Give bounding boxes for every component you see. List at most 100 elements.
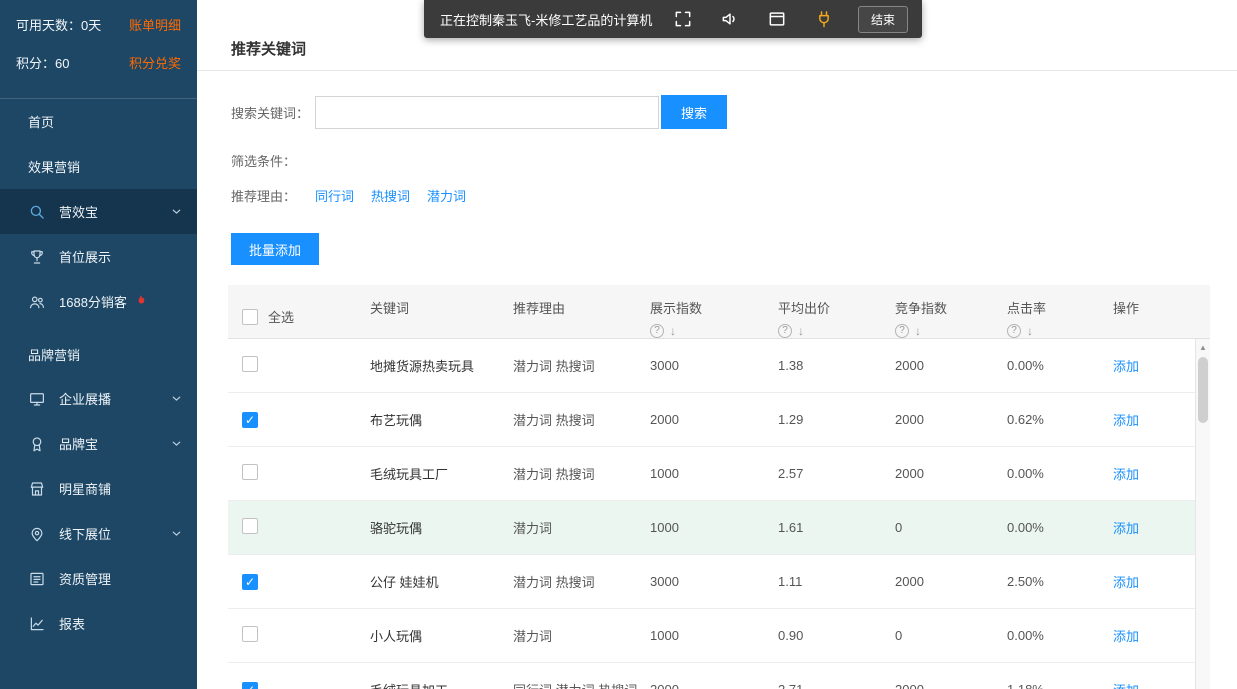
reason-cell: 同行词 潜力词 热搜词	[513, 680, 650, 689]
add-keyword-link[interactable]: 添加	[1113, 575, 1139, 590]
sort-desc-icon[interactable]: ↓	[670, 324, 676, 338]
help-icon[interactable]: ?	[895, 324, 909, 338]
help-icon[interactable]: ?	[1007, 324, 1021, 338]
main-content: 推荐关键词 搜索关键词： 搜索 筛选条件： 推荐理由： 同行词 热搜词 潜力词 …	[197, 0, 1237, 689]
add-keyword-link[interactable]: 添加	[1113, 467, 1139, 482]
search-button[interactable]: 搜索	[661, 95, 727, 129]
row-checkbox[interactable]	[242, 574, 258, 590]
column-header-label: 平均出价	[778, 298, 895, 317]
add-keyword-link[interactable]: 添加	[1113, 629, 1139, 644]
column-header-ctr: 点击率 ? ↓	[1007, 285, 1113, 338]
row-checkbox[interactable]	[242, 412, 258, 428]
reason-filter-peer-words[interactable]: 同行词	[315, 186, 354, 205]
sidebar-item-1688-distribution[interactable]: 1688分销客	[0, 279, 197, 324]
impression-cell: 1000	[650, 466, 778, 481]
sidebar-item-qualification[interactable]: 资质管理	[0, 556, 197, 601]
keyword-cell: 毛绒玩具工厂	[370, 464, 513, 483]
keyword-cell: 地摊货源热卖玩具	[370, 356, 513, 375]
add-keyword-link[interactable]: 添加	[1113, 359, 1139, 374]
ctr-cell: 0.00%	[1007, 520, 1113, 535]
impression-cell: 1000	[650, 628, 778, 643]
window-icon[interactable]	[767, 9, 787, 29]
keyword-cell: 毛绒玩具加工	[370, 680, 513, 689]
add-keyword-link[interactable]: 添加	[1113, 413, 1139, 428]
points-redeem-link[interactable]: 积分兑奖	[129, 53, 181, 72]
chevron-down-icon	[170, 392, 183, 405]
add-keyword-link[interactable]: 添加	[1113, 521, 1139, 536]
column-header-avg-price: 平均出价 ? ↓	[778, 285, 895, 338]
sidebar-item-effect-marketing[interactable]: 效果营销	[0, 144, 197, 189]
plug-icon[interactable]	[814, 9, 834, 29]
select-all-checkbox[interactable]	[242, 309, 258, 325]
impression-cell: 1000	[650, 520, 778, 535]
hot-flame-icon	[133, 294, 148, 309]
row-checkbox[interactable]	[242, 356, 258, 372]
help-icon[interactable]: ?	[650, 324, 664, 338]
avg-price-cell: 0.90	[778, 628, 895, 643]
scroll-up-button[interactable]: ▲	[1196, 339, 1210, 355]
keyword-cell: 小人玩偶	[370, 626, 513, 645]
batch-add-button[interactable]: 批量添加	[231, 233, 319, 265]
reason-cell: 潜力词 热搜词	[513, 410, 650, 429]
help-icon[interactable]: ?	[778, 324, 792, 338]
sort-desc-icon[interactable]: ↓	[798, 324, 804, 338]
fullscreen-icon[interactable]	[673, 9, 693, 29]
reason-filter-hot-words[interactable]: 热搜词	[371, 186, 410, 205]
sidebar-item-label: 营效宝	[59, 202, 98, 221]
sidebar-item-top-display[interactable]: 首位展示	[0, 234, 197, 279]
table-row: 毛绒玩具工厂 潜力词 热搜词 1000 2.57 2000 0.00% 添加	[228, 447, 1210, 501]
points-label: 积分：60	[16, 53, 69, 72]
end-control-button[interactable]: 结束	[858, 6, 908, 33]
sidebar-item-reports[interactable]: 报表	[0, 601, 197, 646]
sidebar-item-label: 线下展位	[59, 524, 111, 543]
impression-cell: 2000	[650, 412, 778, 427]
sidebar-item-enterprise-broadcast[interactable]: 企业展播	[0, 376, 197, 421]
avg-price-cell: 2.71	[778, 682, 895, 689]
chevron-down-icon	[170, 437, 183, 450]
points-row: 积分：60 积分兑奖	[16, 52, 181, 72]
reason-cell: 潜力词 热搜词	[513, 464, 650, 483]
sidebar-item-label: 品牌宝	[59, 434, 98, 453]
table-row: 布艺玩偶 潜力词 热搜词 2000 1.29 2000 0.62% 添加	[228, 393, 1210, 447]
table-row: 小人玩偶 潜力词 1000 0.90 0 0.00% 添加	[228, 609, 1210, 663]
column-header-label: 竞争指数	[895, 298, 1007, 317]
keyword-cell: 公仔 娃娃机	[370, 572, 513, 591]
select-all-label: 全选	[268, 307, 294, 326]
certificate-icon	[28, 570, 46, 588]
add-keyword-link[interactable]: 添加	[1113, 683, 1139, 689]
row-checkbox[interactable]	[242, 464, 258, 480]
reason-filter-potential-words[interactable]: 潜力词	[427, 186, 466, 205]
table-row: 骆驼玩偶 潜力词 1000 1.61 0 0.00% 添加	[228, 501, 1210, 555]
sidebar-item-star-shop[interactable]: 明星商铺	[0, 466, 197, 511]
competition-cell: 0	[895, 628, 1007, 643]
sidebar-item-yingxiaobao[interactable]: 营效宝	[0, 189, 197, 234]
sidebar-item-label: 效果营销	[28, 157, 80, 176]
sidebar-item-brand-treasure[interactable]: 品牌宝	[0, 421, 197, 466]
table-header-row: 全选 关键词 推荐理由 展示指数 ? ↓ 平均出价 ? ↓	[228, 285, 1210, 339]
sidebar-account-stats: 可用天数：0天 账单明细 积分：60 积分兑奖	[0, 0, 197, 99]
billing-detail-link[interactable]: 账单明细	[129, 15, 181, 34]
reason-cell: 潜力词	[513, 518, 650, 537]
search-input[interactable]	[315, 96, 659, 129]
sort-desc-icon[interactable]: ↓	[1027, 324, 1033, 338]
sidebar-item-offline-booth[interactable]: 线下展位	[0, 511, 197, 556]
reason-cell: 潜力词 热搜词	[513, 572, 650, 591]
table-scrollbar[interactable]: ▲	[1195, 339, 1210, 689]
keyword-table: 全选 关键词 推荐理由 展示指数 ? ↓ 平均出价 ? ↓	[228, 285, 1210, 689]
search-keyword-label: 搜索关键词：	[231, 103, 315, 122]
avg-price-cell: 2.57	[778, 466, 895, 481]
monitor-icon	[28, 390, 46, 408]
scrollbar-thumb[interactable]	[1198, 357, 1208, 423]
sidebar-item-home[interactable]: 首页	[0, 99, 197, 144]
recommend-reason-row: 推荐理由： 同行词 热搜词 潜力词	[231, 186, 1237, 205]
row-checkbox[interactable]	[242, 518, 258, 534]
ctr-cell: 0.62%	[1007, 412, 1113, 427]
row-checkbox[interactable]	[242, 682, 258, 689]
sort-desc-icon[interactable]: ↓	[915, 324, 921, 338]
column-header-label: 展示指数	[650, 298, 778, 317]
row-checkbox[interactable]	[242, 626, 258, 642]
column-header-competition: 竞争指数 ? ↓	[895, 285, 1007, 338]
remote-status-text: 正在控制秦玉飞-米修工艺品的计算机	[440, 10, 652, 29]
keyword-search-row: 搜索关键词： 搜索	[231, 95, 1237, 129]
speaker-icon[interactable]	[720, 9, 740, 29]
